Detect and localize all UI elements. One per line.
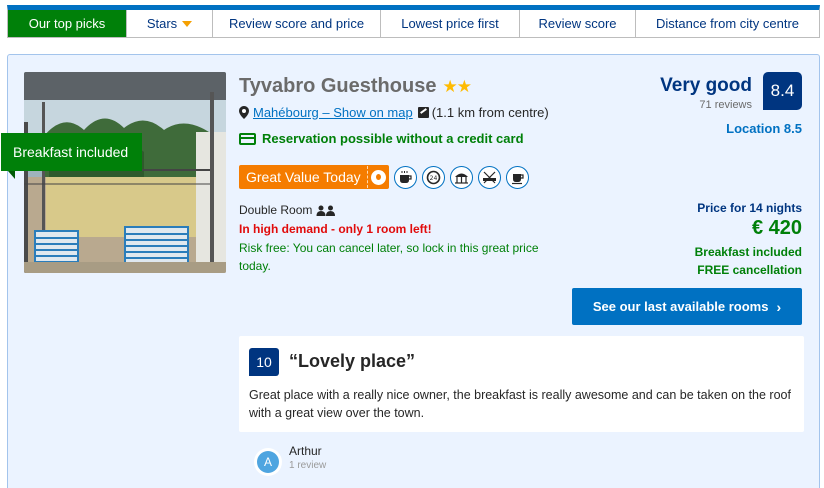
ribbon-fold	[8, 171, 15, 179]
sort-tab-label: Distance from city centre	[655, 16, 800, 31]
property-card: Breakfast included Tyvabro Guesthouse ★★…	[1, 54, 820, 488]
sort-tab-stars[interactable]: Stars	[127, 10, 213, 37]
credit-card-icon	[239, 132, 256, 145]
high-demand-message: In high demand - only 1 room left!	[239, 222, 432, 236]
sort-tab-top-picks[interactable]: Our top picks	[8, 10, 127, 37]
no-credit-card-line: Reservation possible without a credit ca…	[239, 131, 524, 146]
review-score: 10	[249, 348, 279, 376]
price: € 420	[751, 217, 802, 239]
balcony-photo-icon	[24, 72, 226, 273]
review-score-badge[interactable]: 8.4	[763, 72, 802, 110]
see-rooms-label: See our last available rooms	[592, 299, 769, 314]
sort-tab-review-score[interactable]: Review score	[520, 10, 636, 37]
sort-tab-review-score-price[interactable]: Review score and price	[213, 10, 381, 37]
distance-from-centre: (1.1 km from centre)	[431, 105, 549, 120]
genius-icon	[366, 166, 389, 188]
avatar: A	[257, 451, 279, 473]
chevron-right-icon: ›	[776, 298, 782, 315]
clock-icon[interactable]: 24	[421, 165, 445, 189]
property-title[interactable]: Tyvabro Guesthouse ★★	[239, 75, 472, 98]
featured-review: 10 “Lovely place” Great place with a rea…	[239, 336, 804, 432]
review-text: Great place with a really nice owner, th…	[249, 388, 791, 420]
sort-tab-label: Review score	[538, 16, 617, 31]
location-line: Mahébourg – Show on map (1.1 km from cen…	[239, 105, 549, 120]
property-name[interactable]: Tyvabro Guesthouse	[239, 75, 436, 98]
room-type-label: Double Room	[239, 203, 313, 217]
room-type: Double Room	[239, 203, 336, 217]
beach-umbrella-icon[interactable]	[449, 165, 473, 189]
sort-tab-label: Review score and price	[228, 16, 365, 31]
rating-word[interactable]: Very good	[660, 75, 752, 97]
map-icon[interactable]	[417, 107, 429, 118]
reviewer: A Arthur 1 review	[257, 444, 326, 473]
two-people-icon	[316, 205, 336, 216]
price-label: Price for 14 nights	[697, 201, 802, 215]
reviewer-name: Arthur	[289, 444, 322, 458]
see-rooms-button[interactable]: See our last available rooms ›	[572, 288, 802, 325]
coffee-icon[interactable]	[393, 165, 417, 189]
sort-tab-lowest-price[interactable]: Lowest price first	[381, 10, 520, 37]
ribbon-label: Breakfast included	[13, 144, 129, 160]
coffee-cup-icon[interactable]	[505, 165, 529, 189]
reviewer-review-count: 1 review	[289, 460, 327, 471]
great-value-badge[interactable]: Great Value Today	[239, 165, 389, 189]
location-score: Location 8.5	[726, 121, 802, 136]
sort-tab-label: Stars	[146, 16, 178, 31]
breakfast-included-ribbon: Breakfast included	[1, 133, 142, 171]
great-value-label: Great Value Today	[246, 169, 361, 185]
sort-tab-distance[interactable]: Distance from city centre	[636, 10, 819, 37]
sort-bar: Our top picks Stars Review score and pri…	[7, 5, 820, 38]
star-rating-icon: ★★	[442, 76, 472, 96]
property-photo[interactable]	[24, 72, 226, 273]
sort-tab-label: Lowest price first	[401, 16, 499, 31]
chevron-down-icon	[182, 20, 193, 27]
risk-free-message: Risk free: You can cancel later, so lock…	[239, 241, 539, 273]
no-smoking-icon[interactable]	[477, 165, 501, 189]
free-cancellation-label: FREE cancellation	[697, 263, 802, 277]
show-on-map-link[interactable]: Mahébourg – Show on map	[253, 105, 413, 120]
location-pin-icon	[239, 106, 249, 119]
svg-text:24: 24	[429, 175, 437, 182]
review-title: “Lovely place”	[289, 351, 416, 371]
reviews-count[interactable]: 71 reviews	[699, 99, 752, 111]
badges-row: Great Value Today 24	[239, 165, 529, 189]
breakfast-included-label: Breakfast included	[694, 245, 802, 259]
sort-tab-label: Our top picks	[28, 16, 106, 31]
no-credit-card-text: Reservation possible without a credit ca…	[262, 131, 524, 146]
